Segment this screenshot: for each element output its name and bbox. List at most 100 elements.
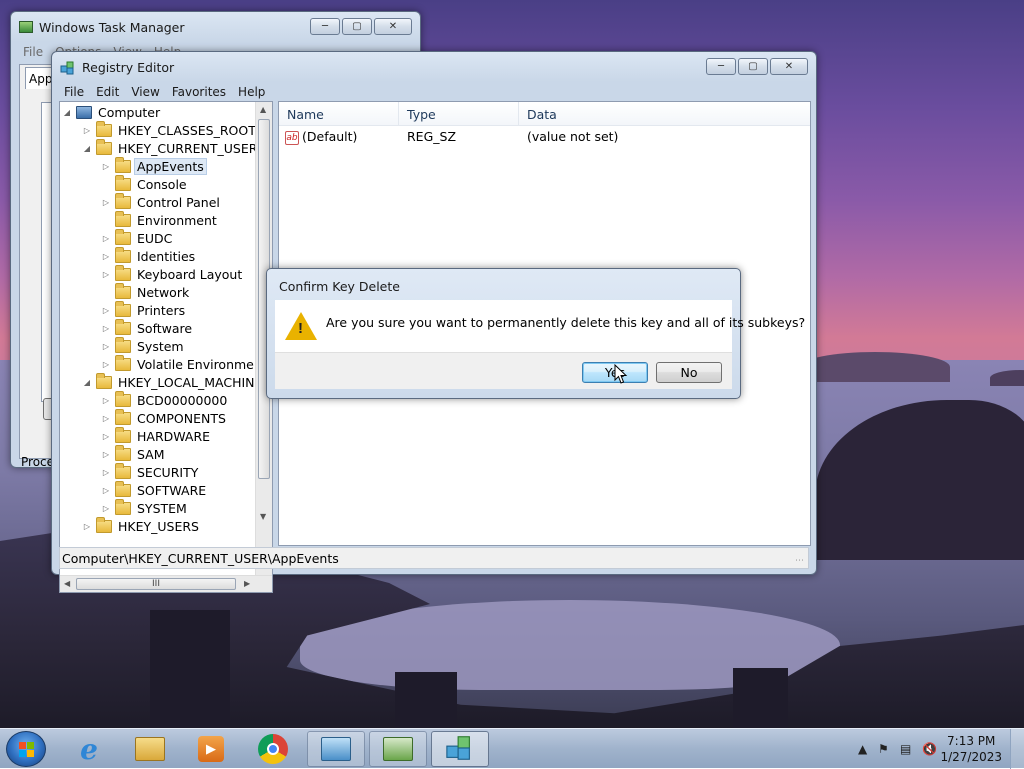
start-button[interactable] [6, 731, 46, 767]
maximize-icon: ▢ [352, 21, 362, 32]
taskbar-chrome[interactable] [244, 731, 302, 767]
tree-node-identities[interactable]: ▷ Identities [101, 246, 197, 265]
expander-closed-icon[interactable]: ▷ [101, 360, 111, 369]
scroll-left-icon[interactable]: ◀ [64, 579, 70, 588]
expander-open-icon[interactable]: ◢ [82, 144, 92, 153]
expander-closed-icon[interactable]: ▷ [82, 522, 92, 531]
processes-count-label: Proce [21, 455, 55, 469]
menu-file[interactable]: File [19, 45, 51, 59]
expander-closed-icon[interactable]: ▷ [82, 126, 92, 135]
expander-closed-icon[interactable]: ▷ [101, 432, 111, 441]
expander-open-icon[interactable]: ◢ [62, 108, 72, 117]
action-center-flag-icon[interactable]: ⚑ [878, 742, 889, 756]
menu-file[interactable]: File [60, 85, 92, 99]
tree-node-software[interactable]: ▷ SOFTWARE [101, 480, 208, 499]
column-header-type[interactable]: Type [399, 102, 519, 126]
expander-closed-icon[interactable]: ▷ [101, 252, 111, 261]
folder-icon [115, 390, 131, 407]
menu-edit[interactable]: Edit [92, 85, 127, 99]
scroll-up-icon[interactable]: ▲ [260, 105, 266, 114]
scroll-down-icon[interactable]: ▼ [260, 512, 266, 521]
tree-node-network[interactable]: Network [101, 282, 191, 301]
maximize-button[interactable]: ▢ [342, 18, 372, 35]
tree-node-label: SOFTWARE [137, 482, 207, 498]
expander-closed-icon[interactable]: ▷ [101, 486, 111, 495]
taskbar-control-panel[interactable] [307, 731, 365, 767]
scroll-right-icon[interactable]: ▶ [244, 579, 250, 588]
menu-view[interactable]: View [127, 85, 167, 99]
taskbar-internet-explorer[interactable]: e [60, 731, 118, 767]
expander-closed-icon[interactable]: ▷ [101, 198, 111, 207]
tree-node-system[interactable]: ▷ System [101, 336, 186, 355]
maximize-button[interactable]: ▢ [738, 58, 768, 75]
tree-horizontal-scroll-thumb[interactable]: III [76, 578, 236, 590]
confirm-key-delete-dialog[interactable]: Confirm Key Delete Are you sure you want… [266, 268, 805, 399]
tree-node-software[interactable]: ▷ Software [101, 318, 194, 337]
expander-closed-icon[interactable]: ▷ [101, 396, 111, 405]
expander-closed-icon[interactable]: ▷ [101, 504, 111, 513]
tree-node-console[interactable]: Console [101, 174, 189, 193]
tree-node-label: Network [137, 284, 190, 300]
minimize-button[interactable]: ─ [310, 18, 340, 35]
expander-closed-icon[interactable]: ▷ [101, 342, 111, 351]
folder-icon [115, 354, 131, 371]
registry-editor-menubar: File Edit View Favorites Help [60, 82, 808, 101]
tree-node-hkey-users[interactable]: ▷ HKEY_USERS [82, 516, 201, 535]
menu-help[interactable]: Help [234, 85, 273, 99]
tree-node-security[interactable]: ▷ SECURITY [101, 462, 200, 481]
expander-closed-icon[interactable]: ▷ [101, 234, 111, 243]
expander-closed-icon[interactable]: ▷ [101, 270, 111, 279]
tree-node-components[interactable]: ▷ COMPONENTS [101, 408, 228, 427]
tree-node-keyboard-layout[interactable]: ▷ Keyboard Layout [101, 264, 244, 283]
column-header-name[interactable]: Name [279, 102, 399, 126]
folder-icon [115, 282, 131, 299]
taskbar-windows-explorer[interactable] [121, 731, 179, 767]
system-clock[interactable]: 7:13 PM 1/27/2023 [940, 733, 1002, 765]
show-hidden-icons-icon[interactable]: ▲ [858, 742, 867, 756]
tree-node-hkey-classes-root[interactable]: ▷ HKEY_CLASSES_ROOT [82, 120, 258, 139]
tree-node-label: Software [137, 320, 193, 336]
expander-closed-icon[interactable]: ▷ [101, 306, 111, 315]
expander-closed-icon[interactable]: ▷ [101, 162, 111, 171]
tree-node-appevents[interactable]: ▷ AppEvents [101, 156, 207, 175]
minimize-icon: ─ [321, 21, 329, 32]
column-header-data[interactable]: Data [519, 102, 812, 126]
resize-grip-icon[interactable]: ⋯ [795, 556, 804, 566]
dialog-titlebar[interactable]: Confirm Key Delete [267, 269, 740, 303]
expander-closed-icon[interactable]: ▷ [101, 450, 111, 459]
tree-node-control-panel[interactable]: ▷ Control Panel [101, 192, 222, 211]
tree-node-hkey-current-user[interactable]: ◢ HKEY_CURRENT_USER [82, 138, 259, 157]
registry-editor-titlebar[interactable]: Registry Editor ─ ▢ ✕ [52, 52, 816, 82]
network-icon[interactable]: ▤ [900, 742, 911, 756]
minimize-button[interactable]: ─ [706, 58, 736, 75]
expander-open-icon[interactable]: ◢ [82, 378, 92, 387]
tree-node-hardware[interactable]: ▷ HARDWARE [101, 426, 212, 445]
registry-tree[interactable]: ◢ Computer ▷ HKEY_CLASSES_ROOT ◢ HKEY_CURRENT… [59, 101, 273, 593]
expander-closed-icon[interactable]: ▷ [101, 414, 111, 423]
taskbar-registry-editor[interactable] [431, 731, 489, 767]
taskbar-media-player[interactable]: ▶ [182, 731, 240, 767]
expander-closed-icon[interactable]: ▷ [101, 468, 111, 477]
tree-node-printers[interactable]: ▷ Printers [101, 300, 187, 319]
tree-node-hkey-local-machine[interactable]: ◢ HKEY_LOCAL_MACHINE [82, 372, 264, 391]
no-button[interactable]: No [656, 362, 722, 383]
tree-node-bcd00000000[interactable]: ▷ BCD00000000 [101, 390, 229, 409]
tree-node-computer[interactable]: ◢ Computer [62, 103, 162, 121]
tree-node-volatile-environment[interactable]: ▷ Volatile Environment [101, 354, 269, 373]
task-manager-titlebar[interactable]: Windows Task Manager ─ ▢ ✕ [11, 12, 420, 42]
taskbar-task-manager[interactable] [369, 731, 427, 767]
tree-node-sam[interactable]: ▷ SAM [101, 444, 167, 463]
close-button[interactable]: ✕ [770, 58, 808, 75]
folder-icon [115, 156, 131, 173]
registry-editor-icon [445, 733, 475, 766]
tree-node-eudc[interactable]: ▷ EUDC [101, 228, 174, 247]
close-button[interactable]: ✕ [374, 18, 412, 35]
expander-closed-icon[interactable]: ▷ [101, 324, 111, 333]
value-row[interactable]: ab (Default) REG_SZ (value not set) [279, 127, 810, 147]
volume-muted-icon[interactable]: 🔇 [922, 742, 937, 756]
menu-favorites[interactable]: Favorites [168, 85, 234, 99]
show-desktop-button[interactable] [1010, 729, 1024, 769]
tree-node-environment[interactable]: Environment [101, 210, 219, 229]
tree-node-system[interactable]: ▷ SYSTEM [101, 498, 189, 517]
tree-horizontal-scrollbar[interactable]: ◀ III ▶ [60, 575, 272, 592]
